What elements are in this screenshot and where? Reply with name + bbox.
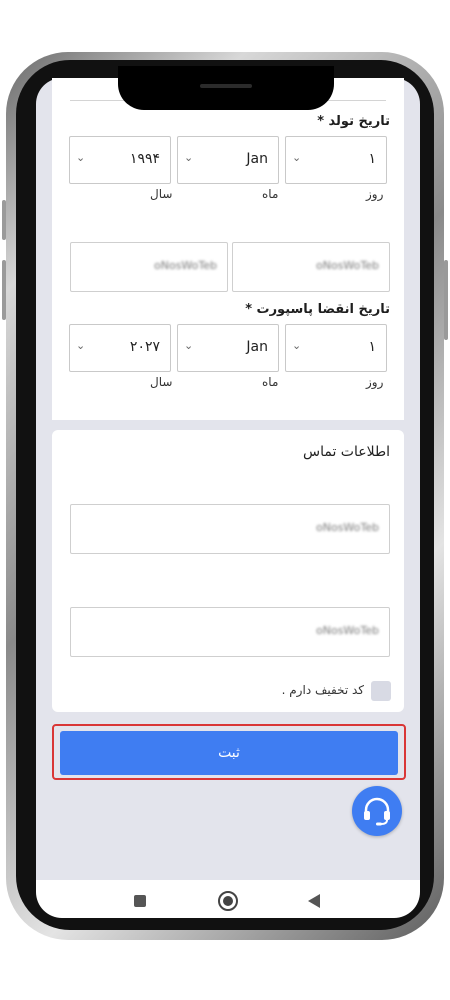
expiry-day-value: ۱ bbox=[368, 339, 376, 355]
phone-side-button bbox=[2, 200, 6, 240]
phone-notch bbox=[118, 66, 334, 110]
expiry-month-label: ماه bbox=[262, 375, 279, 389]
birth-year-value: ۱۹۹۴ bbox=[129, 151, 160, 167]
expiry-day-select[interactable]: ۱ ⌄ bbox=[285, 324, 387, 372]
birth-day-label: روز bbox=[366, 187, 384, 201]
birth-year-label: سال bbox=[150, 187, 173, 201]
birth-day-value: ۱ bbox=[368, 151, 376, 167]
birth-day-select[interactable]: ۱ ⌄ bbox=[285, 136, 387, 184]
support-button[interactable] bbox=[352, 786, 402, 836]
phone-side-button bbox=[444, 260, 448, 340]
chevron-down-icon: ⌄ bbox=[76, 151, 86, 164]
chevron-down-icon: ⌄ bbox=[292, 151, 302, 164]
birth-month-label: ماه bbox=[262, 187, 279, 201]
contact-input-value: oNosWoTeb bbox=[316, 521, 379, 534]
birth-month-value: Jan bbox=[246, 151, 268, 167]
expiry-day-label: روز bbox=[366, 375, 384, 389]
contact-info-card bbox=[52, 430, 404, 712]
expiry-month-select[interactable]: Jan ⌄ bbox=[177, 324, 279, 372]
discount-checkbox-label: کد تخفیف دارم . bbox=[281, 683, 364, 697]
submit-button[interactable]: ثبت bbox=[60, 731, 398, 775]
name-input-value: oNosWoTeb bbox=[316, 259, 379, 272]
phone-side-button bbox=[2, 260, 6, 320]
chevron-down-icon: ⌄ bbox=[292, 339, 302, 352]
chevron-down-icon: ⌄ bbox=[76, 339, 86, 352]
chevron-down-icon: ⌄ bbox=[184, 151, 194, 164]
square-icon[interactable] bbox=[134, 895, 146, 907]
expiry-year-select[interactable]: ۲۰۲۷ ⌄ bbox=[69, 324, 171, 372]
discount-checkbox[interactable] bbox=[371, 681, 391, 701]
contact-input-1[interactable]: oNosWoTeb bbox=[70, 504, 390, 554]
contact-info-title: اطلاعات تماس bbox=[303, 444, 390, 460]
name-input-value: oNosWoTeb bbox=[154, 259, 217, 272]
headset-icon bbox=[364, 797, 390, 826]
contact-input-value: oNosWoTeb bbox=[316, 624, 379, 637]
triangle-back-icon[interactable] bbox=[308, 894, 320, 908]
passport-expiry-label: تاریخ انقضا پاسپورت * bbox=[245, 302, 390, 317]
contact-input-2[interactable]: oNosWoTeb bbox=[70, 607, 390, 657]
circle-icon[interactable] bbox=[218, 891, 238, 911]
name-input-right[interactable]: oNosWoTeb bbox=[232, 242, 390, 292]
name-input-left[interactable]: oNosWoTeb bbox=[70, 242, 228, 292]
birth-date-label: تاریخ تولد * bbox=[317, 114, 390, 129]
birth-month-select[interactable]: Jan ⌄ bbox=[177, 136, 279, 184]
expiry-year-label: سال bbox=[150, 375, 173, 389]
expiry-year-value: ۲۰۲۷ bbox=[129, 339, 160, 355]
expiry-month-value: Jan bbox=[246, 339, 268, 355]
chevron-down-icon: ⌄ bbox=[184, 339, 194, 352]
phone-speaker bbox=[200, 84, 252, 88]
birth-year-select[interactable]: ۱۹۹۴ ⌄ bbox=[69, 136, 171, 184]
